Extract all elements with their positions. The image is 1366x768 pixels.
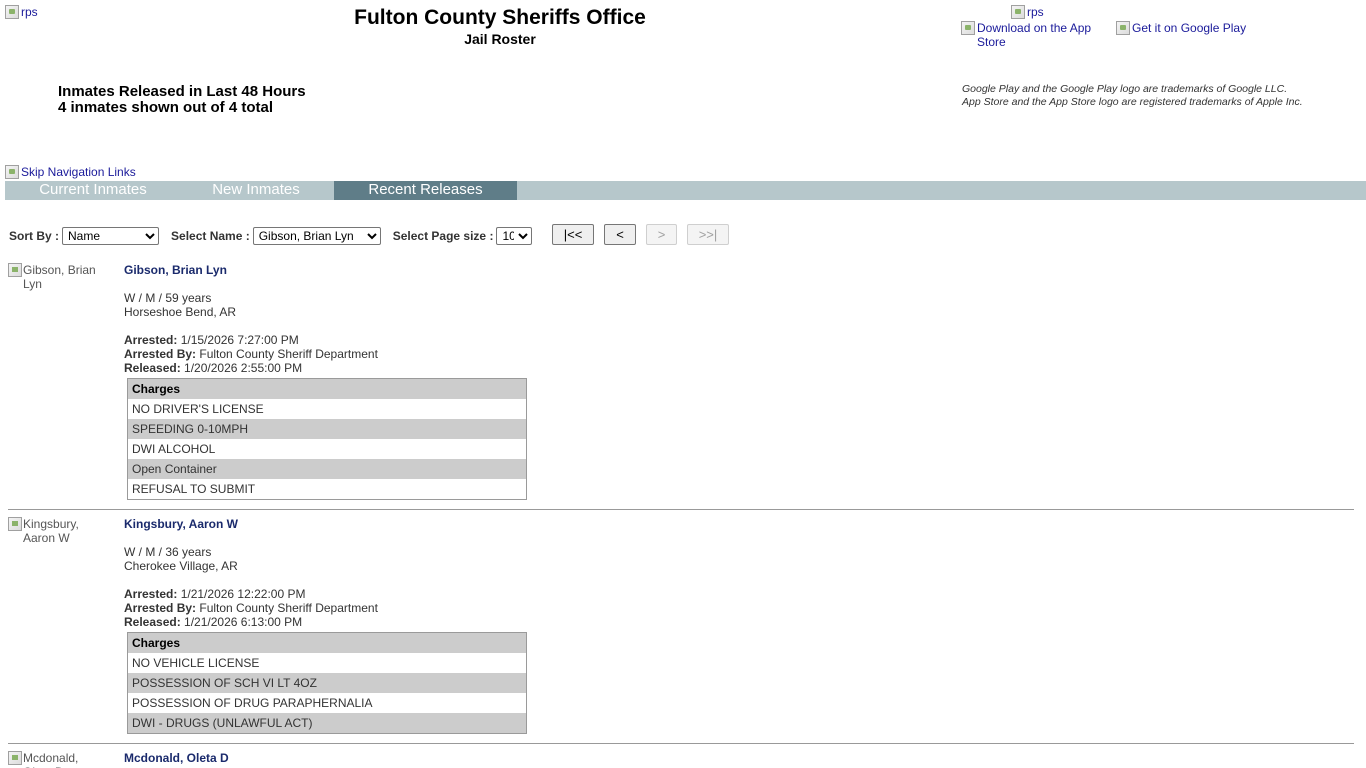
tab-recent-releases[interactable]: Recent Releases <box>334 181 517 200</box>
arrested-label: Arrested: <box>124 587 178 601</box>
charge-row: DWI - DRUGS (UNLAWFUL ACT) <box>128 713 526 733</box>
inmate-arrested-by: Arrested By: Fulton County Sheriff Depar… <box>124 347 378 361</box>
inmate-name[interactable]: Mcdonald, Oleta D <box>124 751 229 765</box>
select-name-label: Select Name : <box>171 229 250 243</box>
app-store-link[interactable]: Download on the App Store <box>961 21 1101 49</box>
inmate-photo: Mcdonald, Oleta D <box>8 751 108 768</box>
inmate-name[interactable]: Kingsbury, Aaron W <box>124 517 378 531</box>
inmate-arrested-by: Arrested By: Fulton County Sheriff Depar… <box>124 601 378 615</box>
charges-header: Charges <box>128 379 526 399</box>
previous-page-button[interactable]: < <box>604 224 636 245</box>
results-summary: Inmates Released in Last 48 Hours 4 inma… <box>58 84 306 116</box>
app-store-alt: Download on the App Store <box>977 21 1092 49</box>
trademark-notice: Google Play and the Google Play logo are… <box>962 83 1303 109</box>
inmate-released: Released: 1/21/2026 6:13:00 PM <box>124 615 378 629</box>
last-page-button[interactable]: >>| <box>687 224 729 245</box>
apple-app-store-icon <box>961 21 975 35</box>
arrested-by-value: Fulton County Sheriff Department <box>199 347 378 361</box>
inmate-photo-alt: Gibson, Brian Lyn <box>23 263 96 291</box>
charge-row: NO VEHICLE LICENSE <box>128 653 526 673</box>
broken-image-icon <box>1011 5 1025 19</box>
record-divider <box>8 509 1354 510</box>
broken-image-icon <box>5 5 19 19</box>
rps-logo-left: rps <box>5 5 38 19</box>
next-page-button[interactable]: > <box>646 224 677 245</box>
broken-image-icon <box>8 517 22 531</box>
charges-header: Charges <box>128 633 526 653</box>
summary-heading: Inmates Released in Last 48 Hours <box>58 83 306 100</box>
charge-row: POSSESSION OF DRUG PARAPHERNALIA <box>128 693 526 713</box>
rps-logo-right[interactable]: rps <box>1011 5 1044 19</box>
tab-current-inmates[interactable]: Current Inmates <box>5 181 181 200</box>
google-play-alt: Get it on Google Play <box>1132 21 1247 35</box>
page-size-label: Select Page size : <box>392 229 494 243</box>
charges-table: Charges NO DRIVER'S LICENSE SPEEDING 0-1… <box>127 378 527 500</box>
inmate-record: Kingsbury, Aaron W W / M / 36 years Cher… <box>124 517 378 629</box>
record-divider <box>8 743 1354 744</box>
skip-navigation-alt: Skip Navigation Links <box>21 165 136 179</box>
inmate-city: Horseshoe Bend, AR <box>124 305 237 319</box>
select-name-select[interactable]: Gibson, Brian Lyn <box>252 227 381 245</box>
first-page-button[interactable]: |<< <box>552 224 594 245</box>
arrested-label: Arrested: <box>124 333 178 347</box>
charge-row: DWI ALCOHOL <box>128 439 526 459</box>
inmate-arrested: Arrested: 1/15/2026 7:27:00 PM <box>124 333 378 347</box>
arrested-by-value: Fulton County Sheriff Department <box>199 601 378 615</box>
released-value: 1/20/2026 2:55:00 PM <box>184 361 303 375</box>
inmate-city: Cherokee Village, AR <box>124 559 238 573</box>
inmate-photo: Kingsbury, Aaron W <box>8 517 108 545</box>
arrested-by-label: Arrested By: <box>124 347 197 361</box>
broken-image-icon <box>8 263 22 277</box>
skip-navigation-link[interactable]: Skip Navigation Links <box>5 165 136 179</box>
inmate-released: Released: 1/20/2026 2:55:00 PM <box>124 361 378 375</box>
charge-row: SPEEDING 0-10MPH <box>128 419 526 439</box>
released-label: Released: <box>124 361 181 375</box>
inmate-photo-alt: Kingsbury, Aaron W <box>23 517 79 545</box>
inmate-name[interactable]: Gibson, Brian Lyn <box>124 263 378 277</box>
charge-row: NO DRIVER'S LICENSE <box>128 399 526 419</box>
arrested-value: 1/21/2026 12:22:00 PM <box>180 587 306 601</box>
broken-image-icon <box>5 165 19 179</box>
trademark-google: Google Play and the Google Play logo are… <box>962 83 1288 95</box>
inmate-photo-alt: Mcdonald, Oleta D <box>23 751 79 768</box>
inmate-record: Mcdonald, Oleta D <box>124 751 229 765</box>
inmate-record: Gibson, Brian Lyn W / M / 59 years Horse… <box>124 263 378 375</box>
sort-by-label: Sort By : <box>9 229 60 243</box>
rps-logo-left-alt: rps <box>21 5 38 19</box>
charge-row: POSSESSION OF SCH VI LT 4OZ <box>128 673 526 693</box>
page-title: Fulton County Sheriffs Office <box>354 6 646 29</box>
google-play-link[interactable]: Get it on Google Play <box>1116 21 1246 35</box>
inmate-demographics: W / M / 59 years <box>124 291 212 305</box>
page-subtitle: Jail Roster <box>464 31 536 47</box>
nav-menu: Current Inmates New Inmates Recent Relea… <box>5 181 1366 200</box>
google-play-icon <box>1116 21 1130 35</box>
charge-row: REFUSAL TO SUBMIT <box>128 479 526 499</box>
inmate-photo: Gibson, Brian Lyn <box>8 263 108 291</box>
rps-logo-right-alt: rps <box>1027 5 1044 19</box>
inmate-arrested: Arrested: 1/21/2026 12:22:00 PM <box>124 587 378 601</box>
inmate-demographics: W / M / 36 years <box>124 545 212 559</box>
arrested-value: 1/15/2026 7:27:00 PM <box>180 333 299 347</box>
charges-table: Charges NO VEHICLE LICENSE POSSESSION OF… <box>127 632 527 734</box>
charge-row: Open Container <box>128 459 526 479</box>
arrested-by-label: Arrested By: <box>124 601 197 615</box>
trademark-apple: App Store and the App Store logo are reg… <box>962 96 1303 108</box>
released-label: Released: <box>124 615 181 629</box>
released-value: 1/21/2026 6:13:00 PM <box>184 615 303 629</box>
broken-image-icon <box>8 751 22 765</box>
page-size-select[interactable]: 10 <box>496 227 533 245</box>
tab-new-inmates[interactable]: New Inmates <box>181 181 331 200</box>
summary-count: 4 inmates shown out of 4 total <box>58 99 274 116</box>
roster-controls: Sort By : Name Select Name : Gibson, Bri… <box>9 226 533 246</box>
sort-by-select[interactable]: Name <box>62 227 160 245</box>
